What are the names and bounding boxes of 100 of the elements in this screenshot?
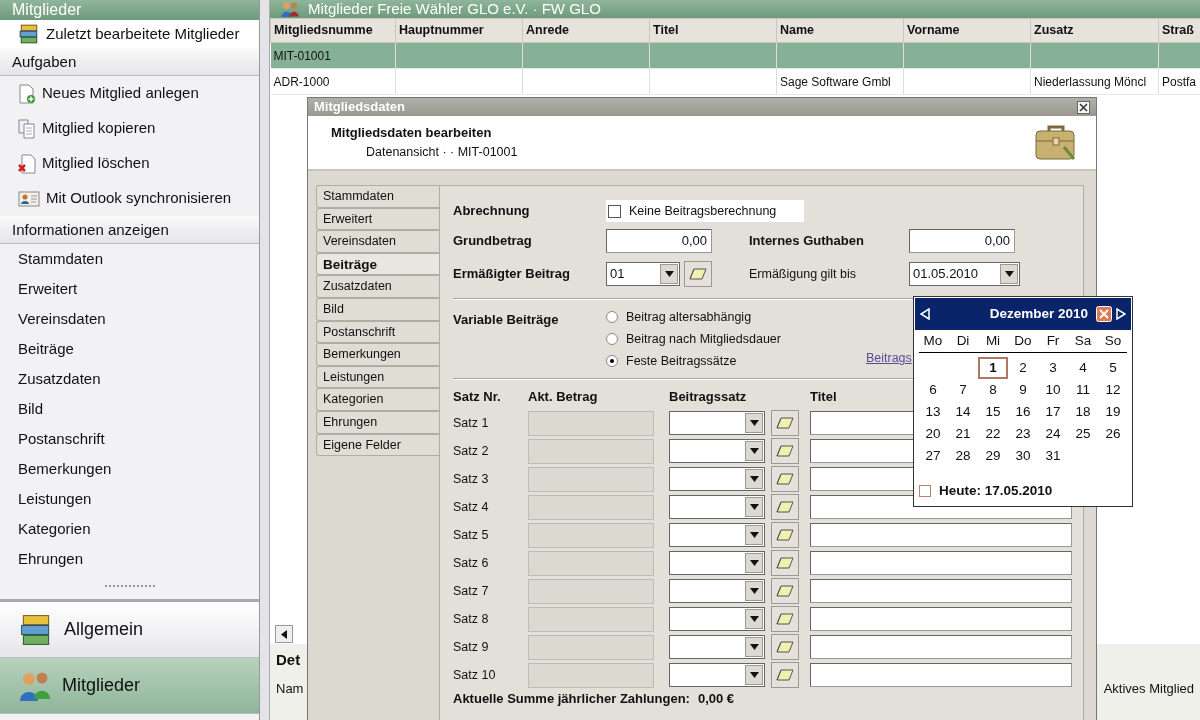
sidebar-item[interactable]: Zusatzdaten [0, 364, 259, 394]
dropdown-field[interactable] [669, 411, 765, 435]
calendar-day[interactable]: 15 [978, 401, 1008, 423]
next-month-icon[interactable] [1116, 308, 1126, 320]
close-button[interactable] [1077, 100, 1090, 114]
dropdown-field[interactable] [669, 551, 765, 575]
title-field[interactable] [810, 551, 1072, 575]
calendar-day[interactable]: 4 [1068, 357, 1098, 379]
checkbox[interactable] [608, 204, 621, 218]
title-field[interactable] [810, 663, 1072, 687]
tab[interactable]: Beiträge [316, 252, 439, 276]
checkbox-control[interactable]: Keine Beitragsberechnung [606, 200, 805, 222]
calendar-day[interactable]: 14 [948, 401, 978, 423]
calendar-day[interactable]: 22 [978, 423, 1008, 445]
calendar-day[interactable]: 19 [1098, 401, 1128, 423]
tab[interactable]: Postanschrift [316, 320, 439, 344]
calendar-day[interactable]: 27 [918, 445, 948, 467]
column-header[interactable]: Vorname [903, 18, 1031, 43]
eraser-button[interactable] [771, 410, 799, 436]
today-checkbox[interactable] [919, 485, 931, 498]
column-header[interactable]: Straß [1158, 18, 1200, 43]
eraser-button[interactable] [771, 606, 799, 632]
tab[interactable]: Eigene Felder [316, 433, 439, 457]
eraser-button[interactable] [771, 522, 799, 548]
column-header[interactable]: Hauptnummer [395, 18, 523, 43]
calendar-day[interactable]: 31 [1038, 445, 1068, 467]
eraser-button[interactable] [771, 466, 799, 492]
calendar-day[interactable]: 5 [1098, 357, 1128, 379]
sidebar-item[interactable]: Bild [0, 394, 259, 424]
eraser-button[interactable] [771, 550, 799, 576]
calendar-day[interactable]: 29 [978, 445, 1008, 467]
sidebar-item[interactable]: Erweitert [0, 274, 259, 304]
eraser-button[interactable] [684, 261, 712, 287]
table-row[interactable]: ADR-1000 Sage Software Gmbl Niederlassung Möncl Postfa [270, 68, 1200, 95]
tab[interactable]: Stammdaten [316, 185, 439, 208]
dropdown-field[interactable]: 01 [606, 262, 680, 286]
calendar-day[interactable]: 3 [1038, 357, 1068, 379]
calendar-day[interactable]: 16 [1008, 401, 1038, 423]
calendar-day[interactable]: 10 [1038, 379, 1068, 401]
table-row[interactable]: MIT-01001 [270, 42, 1200, 69]
previous-month-icon[interactable] [920, 308, 930, 320]
dropdown-field[interactable] [669, 635, 765, 659]
eraser-button[interactable] [771, 662, 799, 688]
eraser-button[interactable] [771, 438, 799, 464]
calendar-day[interactable]: 24 [1038, 423, 1068, 445]
sidebar-item[interactable]: Vereinsdaten [0, 304, 259, 334]
calendar-day[interactable]: 2 [1008, 357, 1038, 379]
dropdown-field[interactable] [669, 495, 765, 519]
sidebar-item[interactable]: Beiträge [0, 334, 259, 364]
column-header[interactable]: Mitgliedsnumme [270, 18, 396, 43]
calendar-day[interactable]: 25 [1068, 423, 1098, 445]
nav-button[interactable]: Allgemein [0, 602, 259, 658]
calendar-day[interactable]: 18 [1068, 401, 1098, 423]
sidebar-item[interactable]: Ehrungen [0, 544, 259, 574]
tab[interactable]: Kategorien [316, 388, 439, 411]
tab[interactable]: Vereinsdaten [316, 230, 439, 253]
title-field[interactable] [810, 523, 1072, 547]
calendar-day[interactable]: 7 [948, 379, 978, 401]
radio-button[interactable] [606, 355, 618, 367]
calendar-day[interactable]: 12 [1098, 379, 1128, 401]
title-field[interactable] [810, 607, 1072, 631]
tab[interactable]: Zusatzdaten [316, 275, 439, 298]
tab[interactable]: Leistungen [316, 365, 439, 389]
column-header[interactable]: Zusatz [1030, 18, 1159, 43]
link[interactable]: Beitrags [865, 349, 912, 368]
sidebar-item[interactable]: Stammdaten [0, 244, 259, 274]
tab[interactable]: Bemerkungen [316, 343, 439, 366]
task-link[interactable]: Mitglied löschen [0, 146, 259, 181]
calendar-day[interactable]: 8 [978, 379, 1008, 401]
column-header[interactable]: Anrede [522, 18, 650, 43]
eraser-button[interactable] [771, 494, 799, 520]
tab[interactable]: Ehrungen [316, 410, 439, 434]
calendar-day[interactable]: 13 [918, 401, 948, 423]
calendar-day[interactable]: 6 [918, 379, 948, 401]
amount-field[interactable]: 0,00 [909, 229, 1015, 253]
calendar-day[interactable]: 11 [1068, 379, 1098, 401]
task-link[interactable]: Mit Outlook synchronisieren [0, 181, 259, 216]
nav-button[interactable]: Mitglieder [0, 658, 259, 714]
dropdown-field[interactable]: 01.05.2010 [909, 262, 1020, 286]
sidebar-item[interactable]: Bemerkungen [0, 454, 259, 484]
column-header[interactable]: Titel [649, 18, 777, 43]
calendar-day[interactable]: 9 [1008, 379, 1038, 401]
calendar-day[interactable]: 28 [948, 445, 978, 467]
calendar-day[interactable]: 17 [1038, 401, 1068, 423]
radio-button[interactable] [606, 333, 618, 345]
title-field[interactable] [810, 635, 1072, 659]
tab[interactable]: Bild [316, 297, 439, 321]
dropdown-field[interactable] [669, 439, 765, 463]
calendar-day[interactable]: 1 [978, 357, 1008, 379]
eraser-button[interactable] [771, 634, 799, 660]
radio-option[interactable]: Beitrag altersabhängig [606, 306, 781, 328]
sidebar-item[interactable]: Postanschrift [0, 424, 259, 454]
radio-option[interactable]: Feste Beitragssätze [606, 350, 781, 372]
dropdown-field[interactable] [669, 523, 765, 547]
task-link[interactable]: Neues Mitglied anlegen [0, 76, 259, 111]
column-header[interactable]: Name [776, 18, 904, 43]
calendar-day[interactable]: 23 [1008, 423, 1038, 445]
sidebar-item[interactable]: Kategorien [0, 514, 259, 544]
dropdown-field[interactable] [669, 663, 765, 687]
radio-button[interactable] [606, 311, 618, 323]
